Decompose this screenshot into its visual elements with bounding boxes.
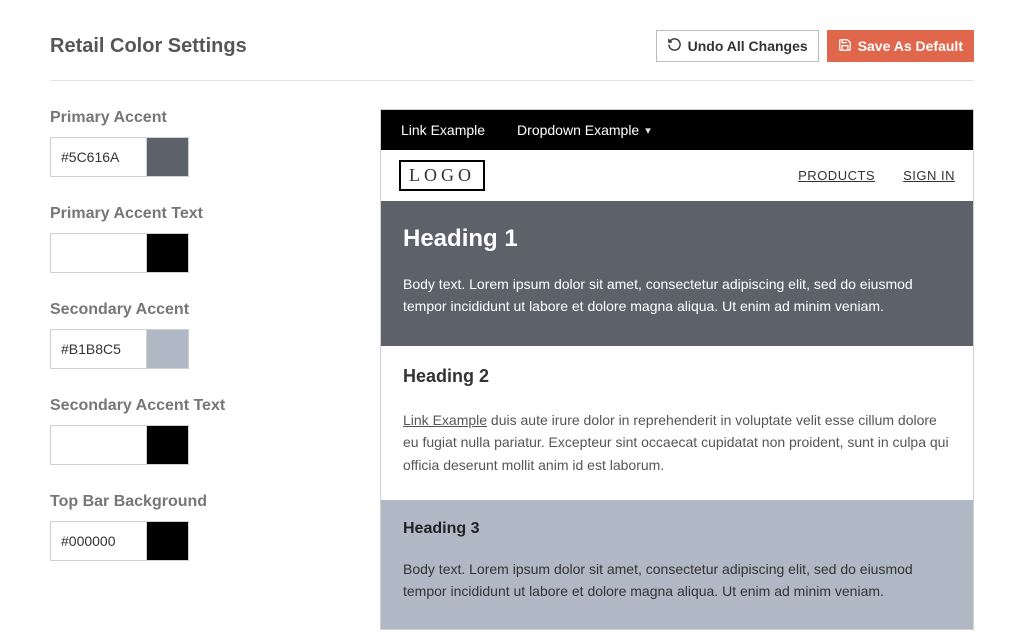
undo-all-label: Undo All Changes [688, 38, 808, 54]
topbar-bg-label: Top Bar Background [50, 493, 330, 511]
secondary-accent-text-input[interactable] [51, 426, 146, 464]
logo: LOGO [399, 160, 485, 191]
save-default-label: Save As Default [858, 38, 963, 54]
section2-body: Link Example duis aute irure dolor in re… [403, 409, 951, 476]
nav-signin-link[interactable]: SIGN IN [903, 168, 955, 183]
preview-section-3: Heading 3 Body text. Lorem ipsum dolor s… [381, 500, 973, 629]
heading-3: Heading 3 [403, 520, 951, 538]
secondary-accent-swatch[interactable] [146, 330, 188, 368]
topbar-bg-input[interactable] [51, 522, 146, 560]
topbar-link-example[interactable]: Link Example [401, 122, 485, 138]
preview-hero: Heading 1 Body text. Lorem ipsum dolor s… [381, 201, 973, 346]
preview-topbar: Link Example Dropdown Example ▾ [381, 110, 973, 150]
nav-products-link[interactable]: PRODUCTS [798, 168, 875, 183]
primary-accent-text-input[interactable] [51, 234, 146, 272]
preview-pane: Link Example Dropdown Example ▾ LOGO PRO… [380, 109, 974, 630]
section3-body: Body text. Lorem ipsum dolor sit amet, c… [403, 558, 951, 603]
chevron-down-icon: ▾ [645, 124, 651, 137]
color-settings-panel: Primary Accent Primary Accent Text Secon… [50, 109, 330, 630]
hero-body: Body text. Lorem ipsum dolor sit amet, c… [403, 273, 951, 318]
heading-2: Heading 2 [403, 366, 951, 387]
secondary-accent-input[interactable] [51, 330, 146, 368]
undo-icon [667, 37, 682, 55]
save-default-button[interactable]: Save As Default [827, 30, 974, 62]
section2-link[interactable]: Link Example [403, 412, 487, 428]
primary-accent-swatch[interactable] [146, 138, 188, 176]
secondary-accent-label: Secondary Accent [50, 301, 330, 319]
save-icon [838, 38, 852, 55]
page-title: Retail Color Settings [50, 35, 247, 58]
secondary-accent-text-label: Secondary Accent Text [50, 397, 330, 415]
primary-accent-text-swatch[interactable] [146, 234, 188, 272]
heading-1: Heading 1 [403, 225, 951, 253]
secondary-accent-text-swatch[interactable] [146, 426, 188, 464]
primary-accent-input[interactable] [51, 138, 146, 176]
undo-all-button[interactable]: Undo All Changes [656, 30, 819, 62]
topbar-dropdown-label: Dropdown Example [517, 122, 639, 138]
primary-accent-text-label: Primary Accent Text [50, 205, 330, 223]
topbar-bg-swatch[interactable] [146, 522, 188, 560]
primary-accent-label: Primary Accent [50, 109, 330, 127]
preview-section-2: Heading 2 Link Example duis aute irure d… [381, 346, 973, 500]
topbar-dropdown-example[interactable]: Dropdown Example ▾ [517, 122, 651, 138]
